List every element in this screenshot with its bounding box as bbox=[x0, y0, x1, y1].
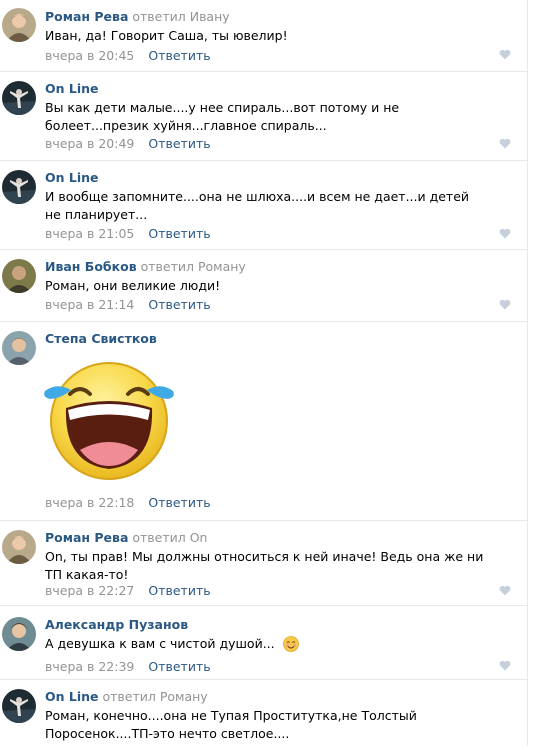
comment-time[interactable]: вчера в 20:45 bbox=[45, 48, 134, 63]
comment-item: On Line ответил Роману Роман, конечно...… bbox=[0, 680, 527, 750]
comment-time[interactable]: вчера в 22:39 bbox=[45, 659, 134, 674]
avatar[interactable] bbox=[2, 259, 36, 293]
heart-icon[interactable] bbox=[499, 299, 511, 310]
comment-author[interactable]: Степа Свистков bbox=[45, 331, 157, 346]
comment-item: Роман Рева ответил On On, ты прав! Мы до… bbox=[0, 521, 527, 606]
reply-button[interactable]: Ответить bbox=[148, 659, 210, 674]
avatar[interactable] bbox=[2, 81, 36, 115]
heart-icon[interactable] bbox=[499, 660, 511, 671]
comment-text: И вообще запомните....она не шлюха....и … bbox=[45, 189, 470, 222]
comments-feed: Роман Рева ответил Ивану Иван, да! Говор… bbox=[0, 0, 527, 750]
smiling-face-emoji bbox=[282, 636, 299, 652]
heart-icon[interactable] bbox=[499, 585, 511, 596]
comment-time[interactable]: вчера в 22:18 bbox=[45, 495, 134, 510]
reply-button[interactable]: Ответить bbox=[148, 495, 210, 510]
comment-time[interactable]: вчера в 21:05 bbox=[45, 226, 134, 241]
heart-icon[interactable] bbox=[499, 49, 511, 60]
reply-to[interactable]: ответил Роману bbox=[141, 259, 246, 274]
avatar[interactable] bbox=[2, 331, 36, 365]
reply-button[interactable]: Ответить bbox=[148, 297, 210, 312]
comment-text: А девушка к вам с чистой душой... bbox=[45, 636, 275, 651]
comment-author[interactable]: Роман Рева bbox=[45, 530, 128, 545]
heart-icon[interactable] bbox=[499, 138, 511, 149]
comment-text: Иван, да! Говорит Саша, ты ювелир! bbox=[45, 28, 288, 43]
comment-time[interactable]: вчера в 21:14 bbox=[45, 297, 134, 312]
comment-item: On Line И вообще запомните....она не шлю… bbox=[0, 161, 527, 250]
comment-text: Роман, они великие люди! bbox=[45, 278, 221, 293]
reply-button[interactable]: Ответить bbox=[148, 583, 210, 598]
comment-author[interactable]: Роман Рева bbox=[45, 9, 128, 24]
avatar[interactable] bbox=[2, 170, 36, 204]
comment-text: Роман, конечно....она не Тупая Проститут… bbox=[45, 708, 417, 741]
reply-to[interactable]: ответил Роману bbox=[103, 689, 208, 704]
reply-to[interactable]: ответил On bbox=[132, 530, 207, 545]
avatar[interactable] bbox=[2, 530, 36, 564]
comment-time[interactable]: вчера в 22:27 bbox=[45, 583, 134, 598]
feed-right-border bbox=[527, 0, 528, 746]
avatar[interactable] bbox=[2, 689, 36, 723]
reply-button[interactable]: Ответить bbox=[148, 226, 210, 241]
heart-icon[interactable] bbox=[499, 228, 511, 239]
avatar[interactable] bbox=[2, 8, 36, 42]
comment-item: Роман Рева ответил Ивану Иван, да! Говор… bbox=[0, 0, 527, 72]
reply-button[interactable]: Ответить bbox=[148, 136, 210, 151]
comment-author[interactable]: On Line bbox=[45, 170, 99, 185]
avatar[interactable] bbox=[2, 617, 36, 651]
comment-item: Иван Бобков ответил Роману Роман, они ве… bbox=[0, 250, 527, 322]
comment-author[interactable]: Иван Бобков bbox=[45, 259, 137, 274]
comment-time[interactable]: вчера в 20:49 bbox=[45, 136, 134, 151]
laughing-crying-sticker[interactable] bbox=[42, 354, 177, 482]
comment-author[interactable]: Александр Пузанов bbox=[45, 617, 188, 632]
comment-text: Вы как дети малые....у нее спираль...вот… bbox=[45, 100, 400, 133]
comment-author[interactable]: On Line bbox=[45, 689, 99, 704]
reply-to[interactable]: ответил Ивану bbox=[132, 9, 229, 24]
comment-item: Александр Пузанов А девушка к вам с чист… bbox=[0, 606, 527, 680]
comment-item: On Line Вы как дети малые....у нее спира… bbox=[0, 72, 527, 161]
comment-text: On, ты прав! Мы должны относиться к ней … bbox=[45, 549, 484, 582]
comment-item: Степа Свистков вчера в 22:18 Ответить bbox=[0, 322, 527, 521]
reply-button[interactable]: Ответить bbox=[148, 48, 210, 63]
comment-author[interactable]: On Line bbox=[45, 81, 99, 96]
